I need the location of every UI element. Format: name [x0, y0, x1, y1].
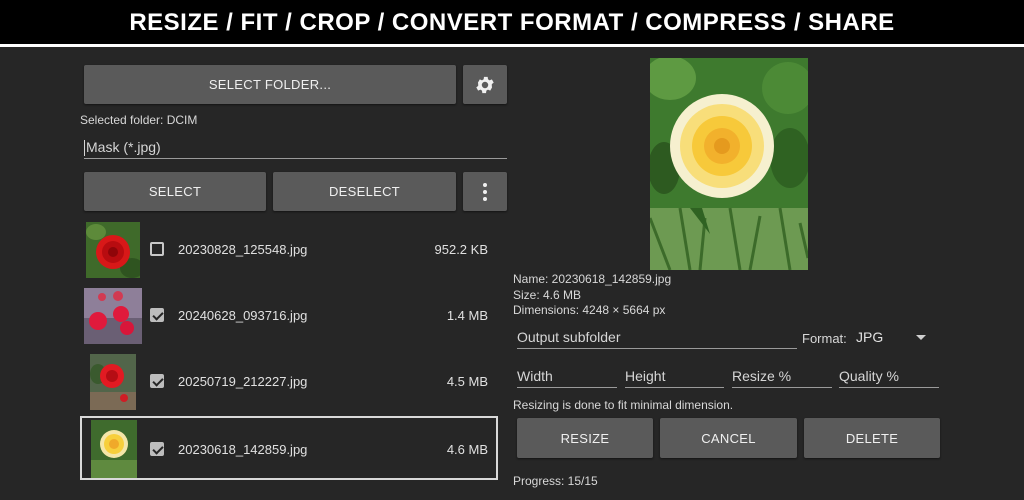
quality-percent-input[interactable]: Quality %	[839, 365, 939, 388]
file-size: 4.6 MB	[446, 442, 488, 457]
width-input[interactable]: Width	[517, 365, 617, 388]
resize-percent-input[interactable]: Resize %	[732, 365, 832, 388]
mask-placeholder: Mask (*.jpg)	[86, 139, 161, 155]
progress-label: Progress: 15/15	[513, 474, 598, 488]
file-thumbnail	[84, 288, 142, 344]
height-placeholder: Height	[625, 368, 666, 384]
preview-dimensions: Dimensions: 4248 × 5664 px	[513, 303, 666, 317]
resize-percent-placeholder: Resize %	[732, 368, 792, 384]
banner-divider	[0, 44, 1024, 47]
file-thumbnail	[90, 354, 136, 410]
file-row[interactable]: 20250719_212227.jpg 4.5 MB	[80, 352, 498, 412]
file-row[interactable]: 20230828_125548.jpg 952.2 KB	[80, 220, 498, 280]
select-button[interactable]: SELECT	[84, 172, 266, 211]
file-checkbox[interactable]	[150, 374, 164, 388]
file-name: 20240628_093716.jpg	[178, 308, 308, 323]
width-placeholder: Width	[517, 368, 553, 384]
file-checkbox[interactable]	[150, 242, 164, 256]
format-label: Format:	[802, 331, 847, 346]
image-preview	[650, 58, 808, 270]
mask-input[interactable]: Mask (*.jpg)	[84, 136, 507, 159]
height-input[interactable]: Height	[625, 365, 724, 388]
gear-icon	[476, 76, 494, 93]
settings-button[interactable]	[463, 65, 507, 104]
selected-folder-label: Selected folder: DCIM	[80, 113, 198, 127]
select-folder-button[interactable]: SELECT FOLDER...	[84, 65, 456, 104]
output-subfolder-input[interactable]: Output subfolder	[517, 326, 797, 349]
more-vert-icon	[483, 182, 487, 201]
file-size: 4.5 MB	[446, 374, 488, 389]
file-size: 1.4 MB	[446, 308, 488, 323]
quality-percent-placeholder: Quality %	[839, 368, 899, 384]
deselect-button[interactable]: DESELECT	[273, 172, 456, 211]
delete-button[interactable]: DELETE	[804, 418, 940, 458]
format-value: JPG	[856, 329, 884, 345]
preview-name: Name: 20230618_142859.jpg	[513, 272, 672, 286]
format-select[interactable]: JPG	[856, 326, 938, 348]
file-thumbnail	[91, 420, 137, 478]
file-name: 20230828_125548.jpg	[178, 242, 308, 257]
file-checkbox[interactable]	[150, 442, 164, 456]
file-row-selected[interactable]: 20230618_142859.jpg 4.6 MB	[80, 416, 498, 480]
more-options-button[interactable]	[463, 172, 507, 211]
text-cursor	[84, 140, 85, 157]
resize-button[interactable]: RESIZE	[517, 418, 653, 458]
resize-note: Resizing is done to fit minimal dimensio…	[513, 398, 734, 412]
chevron-down-icon	[916, 335, 926, 340]
file-name: 20230618_142859.jpg	[178, 442, 308, 457]
cancel-button[interactable]: CANCEL	[660, 418, 797, 458]
file-name: 20250719_212227.jpg	[178, 374, 308, 389]
file-size: 952.2 KB	[434, 242, 489, 257]
promo-banner: RESIZE / FIT / CROP / CONVERT FORMAT / C…	[0, 0, 1024, 44]
preview-size: Size: 4.6 MB	[513, 288, 582, 302]
file-checkbox[interactable]	[150, 308, 164, 322]
output-subfolder-placeholder: Output subfolder	[517, 329, 621, 345]
file-thumbnail	[86, 222, 140, 278]
file-row[interactable]: 20240628_093716.jpg 1.4 MB	[80, 286, 498, 346]
